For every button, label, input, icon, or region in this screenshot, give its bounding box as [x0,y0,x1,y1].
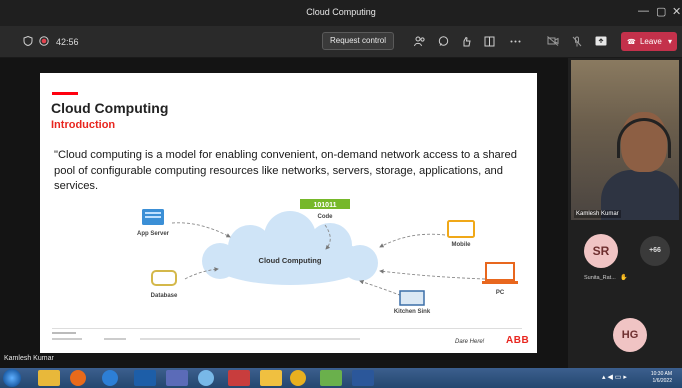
raised-hand-icon: ✋ [620,275,628,281]
title-bar: Cloud Computing — ▢ ✕ [0,0,682,26]
connector-app-server [171,222,231,238]
pc-node: PC [482,262,518,296]
chrome-icon[interactable] [290,370,306,386]
file-explorer-icon[interactable] [38,370,60,386]
connector-mobile [379,233,446,248]
database-label: Database [151,293,178,299]
meeting-toolbar: 42:56 Request control ☎ Leave ▾ [0,26,682,58]
taskbar-date: 1/6/2022 [652,378,672,384]
leave-label: Leave [639,37,662,46]
window-title: Cloud Computing [306,7,376,17]
more-participants-button[interactable]: +66 [640,236,670,266]
close-button[interactable]: ✕ [672,5,681,18]
shield-icon [23,35,33,50]
tray-icons[interactable]: ▴ ◀ ▭ ▸ [602,373,627,381]
meeting-timer: 42:56 [56,37,79,47]
taskbar-clock[interactable]: 10:30 AM 1/6/2022 [651,371,672,385]
slide-subtitle: Introduction [51,119,116,131]
presentation-slide: Cloud Computing Introduction "Cloud comp… [40,73,537,353]
connector-pc [379,269,486,280]
participant-video[interactable]: Kamlesh Kumar [571,60,679,220]
reactions-icon[interactable] [461,36,472,51]
participant-name-sr: Sunita_Rat... [584,275,616,281]
video-participant-name: Kamlesh Kumar [574,210,621,218]
image-viewer-icon[interactable] [320,370,342,386]
windows-app-icon[interactable] [228,370,250,386]
teams-icon[interactable] [166,370,188,386]
camera-off-icon[interactable] [547,36,559,50]
presenter-name: Kamlesh Kumar [4,355,54,362]
slide-motto: Dare Here! [455,339,485,345]
footer-date-placeholder [52,338,82,340]
code-node: 101011 Code [300,199,350,220]
cloud-diagram: Cloud Computing App Server 101011 Code M… [137,199,518,315]
circle-app-icon[interactable] [198,370,214,386]
maximize-button[interactable]: ▢ [656,5,666,18]
slide-title: Cloud Computing [51,100,169,116]
footer-meta-placeholder [52,332,76,334]
shared-screen: Cloud Computing Introduction "Cloud comp… [0,58,568,368]
taskbar-time: 10:30 AM [650,371,672,377]
app-server-node: App Server [137,209,170,237]
slide-footer-line [52,328,522,329]
slide-quote: "Cloud computing is a model for enabling… [54,149,517,192]
kitchen-sink-node: Kitchen Sink [394,290,431,315]
system-tray: ▴ ◀ ▭ ▸ 10:30 AM 1/6/2022 [598,370,678,386]
footer-slide-placeholder [104,338,126,340]
more-options-icon[interactable] [510,36,521,51]
firefox-icon[interactable] [70,370,86,386]
kitchen-sink-label: Kitchen Sink [394,309,431,315]
app-server-label: App Server [137,231,170,237]
accent-bar [52,92,78,95]
request-control-button[interactable]: Request control [322,32,394,50]
minimize-button[interactable]: — [638,5,649,17]
chat-icon[interactable] [438,36,449,51]
avatar-hg[interactable]: HG [613,318,647,352]
word-icon[interactable] [352,370,374,386]
mobile-label: Mobile [452,242,472,248]
mic-off-icon[interactable] [572,36,582,51]
chevron-down-icon[interactable]: ▾ [668,32,672,51]
code-label: Code [318,214,334,220]
footer-disclaimer-placeholder [140,338,360,340]
phone-icon: ☎ [627,39,636,46]
cloud-shape [202,211,378,285]
share-tray-icon[interactable] [595,36,607,50]
leave-button[interactable]: ☎ Leave ▾ [621,32,677,51]
paint-icon[interactable] [260,370,282,386]
pc-label: PC [496,290,505,296]
mobile-node: Mobile [447,220,475,248]
abb-logo: ABB [506,335,530,346]
database-node: Database [151,270,178,299]
code-binary: 101011 [314,202,337,209]
cloud-label: Cloud Computing [259,256,322,265]
rooms-icon[interactable] [484,36,495,51]
participants-icon[interactable] [414,36,426,51]
windows-taskbar: ▴ ◀ ▭ ▸ 10:30 AM 1/6/2022 [0,368,682,388]
avatar-sr[interactable]: SR [584,234,618,268]
internet-explorer-icon[interactable] [102,370,118,386]
app-icon[interactable] [134,370,156,386]
record-icon [39,36,49,50]
start-button-icon[interactable] [3,369,21,387]
participants-panel: Kamlesh Kumar SR +66 Sunita_Rat... ✋ HG [568,58,682,368]
